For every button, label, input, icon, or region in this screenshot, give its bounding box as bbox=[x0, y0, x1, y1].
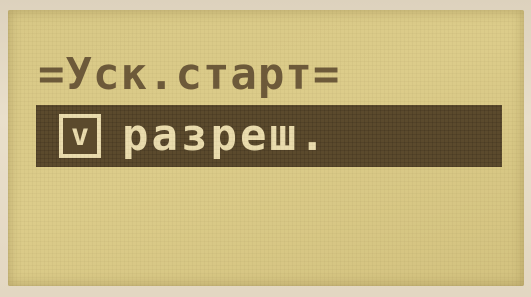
selected-option-row[interactable]: v разреш. bbox=[36, 105, 502, 167]
option-value: разреш. bbox=[122, 110, 329, 161]
checkmark-icon: v bbox=[70, 118, 90, 153]
lcd-screen: =Уск.старт= v разреш. bbox=[8, 10, 524, 286]
checkbox[interactable]: v bbox=[59, 114, 101, 158]
menu-title: =Уск.старт= bbox=[38, 49, 341, 100]
